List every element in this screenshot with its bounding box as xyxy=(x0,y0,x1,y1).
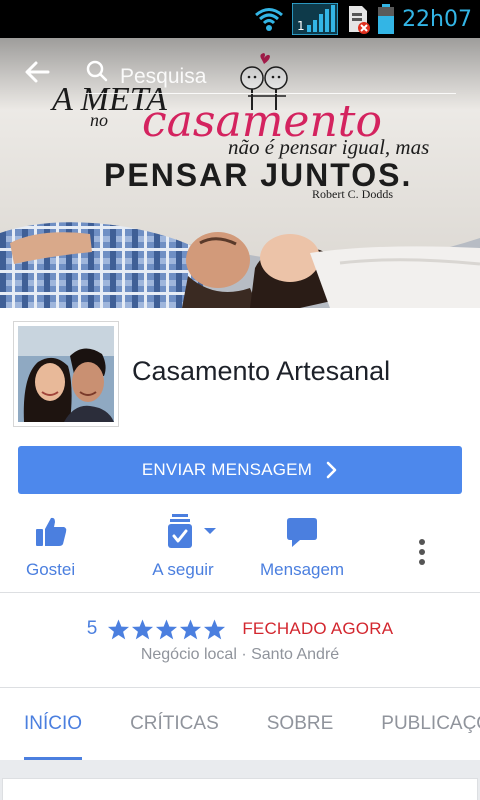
star-icon xyxy=(180,618,202,639)
profile-photo xyxy=(18,326,114,422)
page-title: Casamento Artesanal xyxy=(132,356,391,386)
back-arrow-icon xyxy=(25,61,50,83)
screen: 1 22h07 no casamento não é pensar igual,… xyxy=(0,0,480,800)
star-icon xyxy=(132,618,154,639)
like-button[interactable]: Gostei xyxy=(26,510,75,580)
search-bar[interactable] xyxy=(86,60,456,94)
more-options-button[interactable] xyxy=(410,532,434,572)
follow-button[interactable]: A seguir xyxy=(148,510,218,580)
battery-icon xyxy=(378,4,395,34)
more-vertical-icon xyxy=(419,539,425,565)
wifi-icon xyxy=(254,6,284,32)
page-tabs: INÍCIO CRÍTICAS SOBRE PUBLICAÇÕES xyxy=(0,688,480,760)
open-status: FECHADO AGORA xyxy=(242,619,394,638)
tab-publicacoes[interactable]: PUBLICAÇÕES xyxy=(381,688,480,760)
feed-card xyxy=(2,778,478,800)
cover-quote-line2: no xyxy=(90,110,108,130)
thumbs-up-icon xyxy=(34,510,68,554)
message-bubble-icon xyxy=(286,510,318,554)
sim-error-icon xyxy=(346,4,371,34)
send-message-label: ENVIAR MENSAGEM xyxy=(141,460,313,479)
tab-criticas[interactable]: CRÍTICAS xyxy=(130,688,219,760)
search-icon xyxy=(86,60,112,90)
star-icon xyxy=(204,618,226,639)
star-icon xyxy=(108,618,130,639)
divider xyxy=(0,592,480,593)
star-icon xyxy=(156,618,178,639)
tab-publicacoes-label: PUBLICAÇÕES xyxy=(381,713,480,734)
profile-picture[interactable] xyxy=(14,322,118,426)
status-time: 22h07 xyxy=(402,6,472,32)
cover-quote-line4: não é pensar igual, mas xyxy=(228,135,429,159)
back-button[interactable] xyxy=(24,60,58,94)
like-label: Gostei xyxy=(26,560,76,579)
message-button[interactable]: Mensagem xyxy=(260,510,344,580)
tab-sobre-label: SOBRE xyxy=(266,713,334,734)
signal-icon: 1 xyxy=(292,3,339,35)
action-row: Gostei A seguir Mensagem xyxy=(0,510,480,592)
cover-quote-author: Robert C. Dodds xyxy=(312,187,393,201)
status-bar: 1 22h07 xyxy=(0,0,480,38)
following-icon xyxy=(148,510,218,554)
tab-sobre[interactable]: SOBRE xyxy=(267,688,334,760)
send-message-button[interactable]: ENVIAR MENSAGEM xyxy=(18,446,462,494)
rating-stars xyxy=(107,618,226,641)
tab-criticas-label: CRÍTICAS xyxy=(130,713,219,734)
follow-label: A seguir xyxy=(152,560,214,579)
rating-row[interactable]: 5 FECHADO AGORA xyxy=(0,612,480,646)
rating-value: 5 xyxy=(86,618,98,639)
cover-photo[interactable]: A META no casamento não é pensar igual, … xyxy=(0,38,480,308)
tab-inicio[interactable]: INÍCIO xyxy=(24,688,83,760)
category-location: Negócio local · Santo André xyxy=(140,646,340,663)
search-input[interactable] xyxy=(120,64,440,89)
chevron-right-icon xyxy=(326,461,338,479)
tab-inicio-label: INÍCIO xyxy=(24,713,83,734)
network-badge: 1 xyxy=(297,19,305,33)
message-label: Mensagem xyxy=(260,560,345,579)
